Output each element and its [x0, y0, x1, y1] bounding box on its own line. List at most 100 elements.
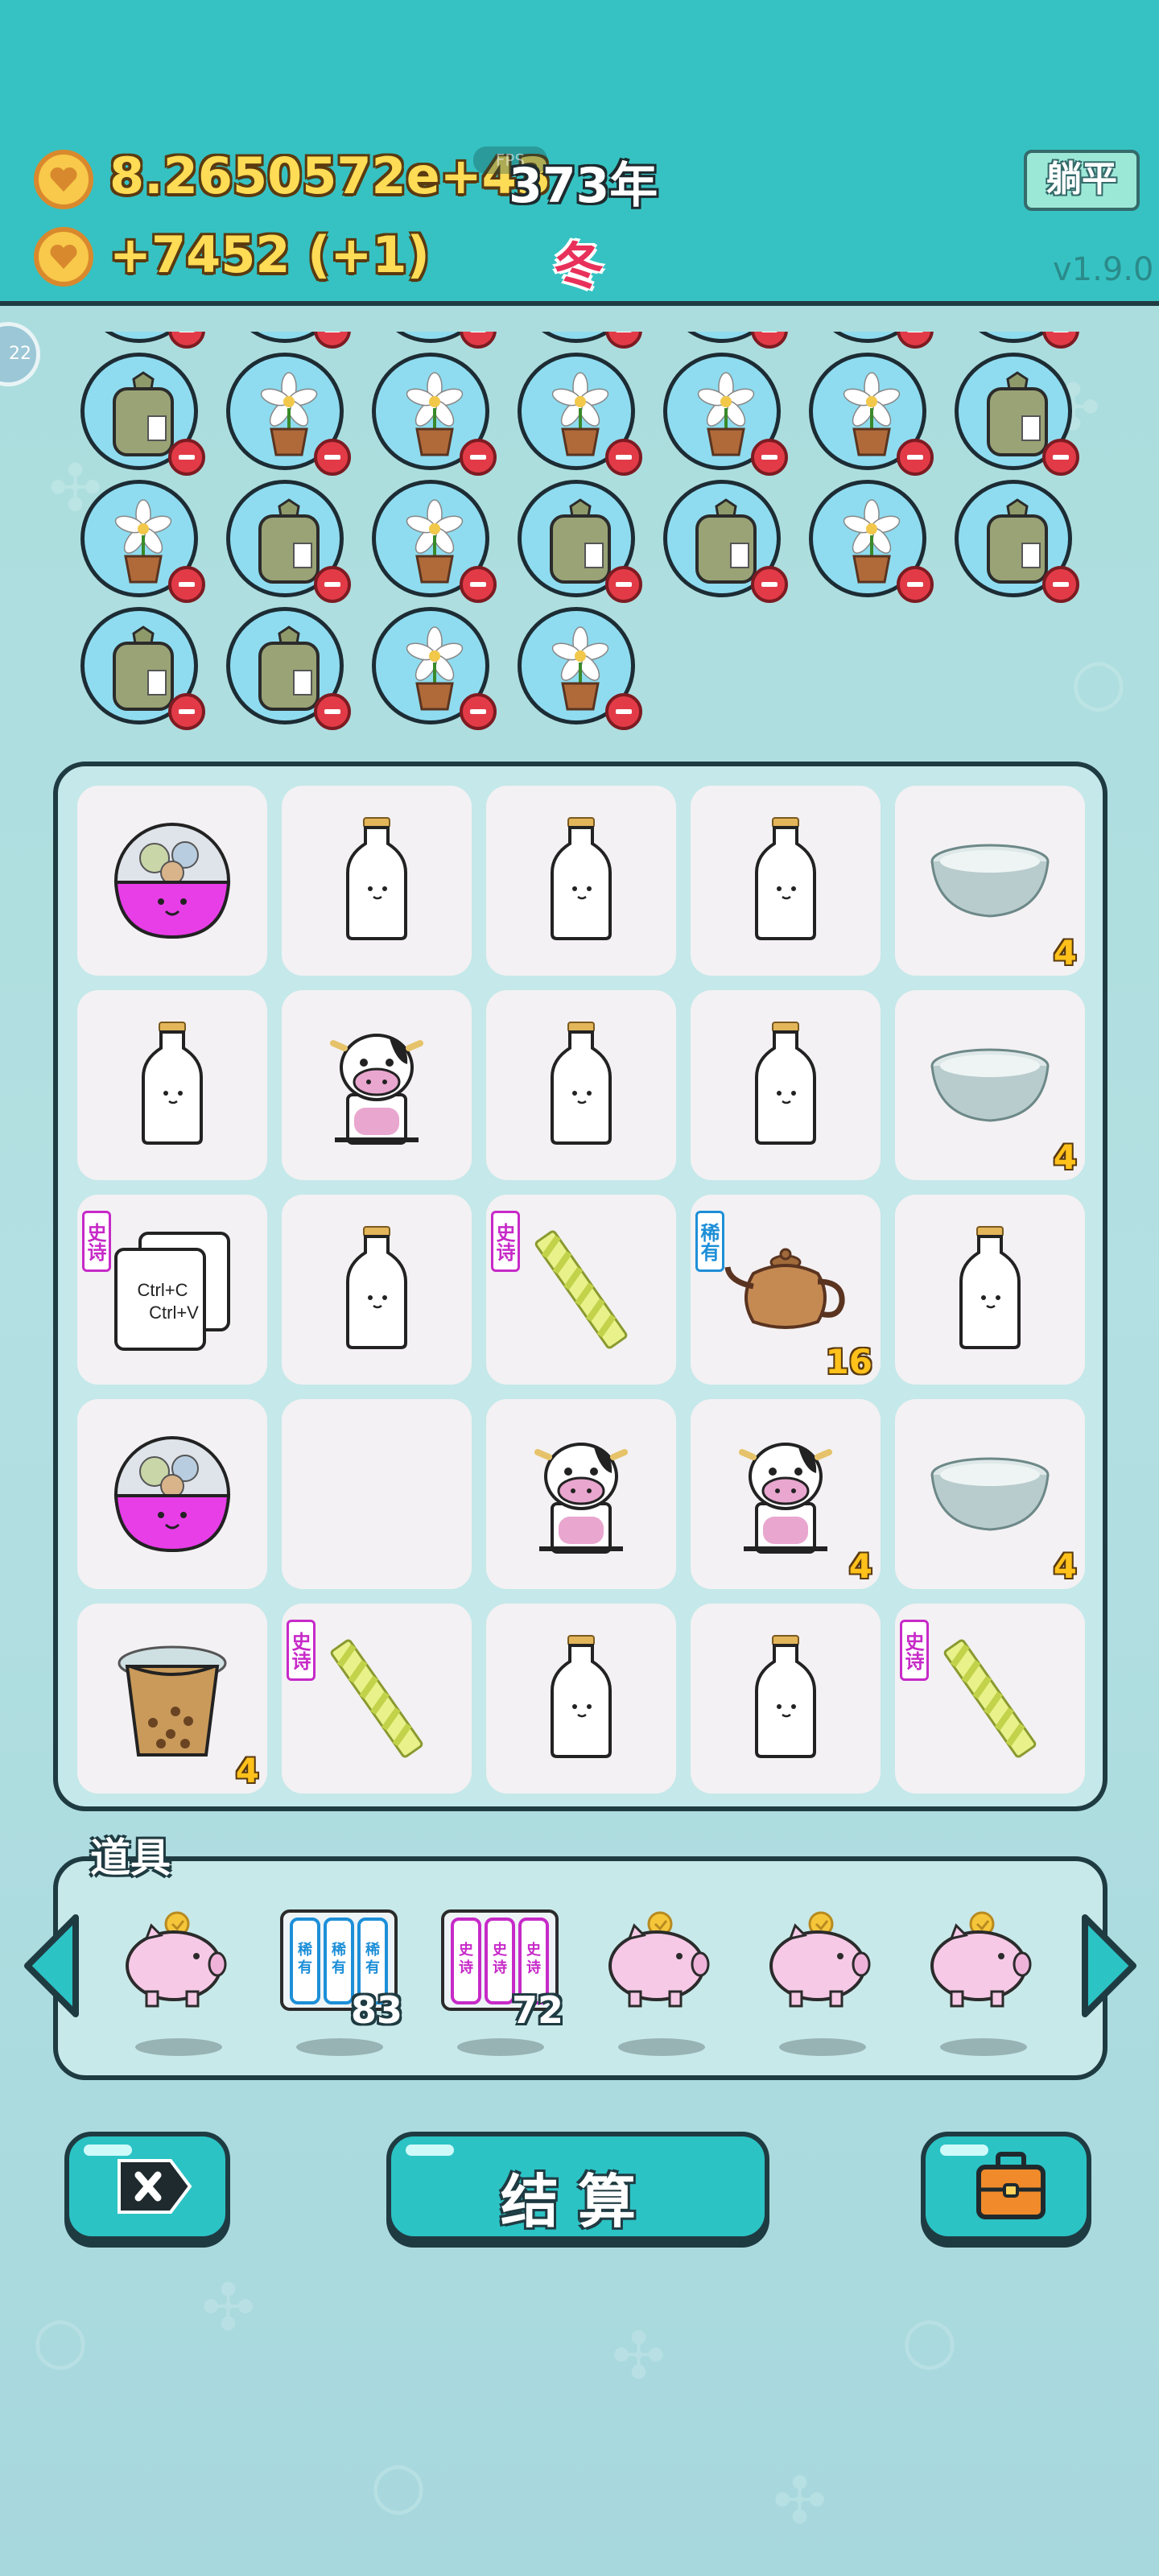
remove-relic-icon[interactable]: [897, 566, 934, 603]
tile-straw[interactable]: 史诗: [486, 1195, 676, 1385]
svg-text:史: 史: [459, 1941, 474, 1959]
tile-milk[interactable]: [486, 1604, 676, 1794]
remove-relic-icon[interactable]: [314, 566, 351, 603]
tool-shadow: [618, 2038, 705, 2056]
coin-icon: [34, 227, 93, 287]
relic-flower[interactable]: [809, 353, 934, 476]
remove-relic-icon[interactable]: [460, 566, 497, 603]
tool-piggy-bank[interactable]: [596, 1900, 724, 2061]
svg-text:史: 史: [526, 1941, 542, 1959]
svg-text:史: 史: [493, 1941, 508, 1959]
tile-copy-paste[interactable]: Ctrl+C Ctrl+V 史诗: [77, 1195, 267, 1385]
rarity-badge: 史诗: [491, 1211, 520, 1272]
bg-decoration: ✣: [773, 2463, 827, 2538]
inventory-button[interactable]: [921, 2132, 1091, 2241]
tools-title: 道具: [90, 1835, 171, 1881]
remove-relic-icon[interactable]: [460, 439, 497, 476]
lie-flat-button[interactable]: 躺平: [1024, 150, 1140, 211]
remove-relic-icon[interactable]: [1042, 439, 1079, 476]
tile-cow[interactable]: [486, 1399, 676, 1589]
relic-bag[interactable]: [226, 607, 351, 730]
remove-relic-icon[interactable]: [314, 439, 351, 476]
tile-straw[interactable]: 史诗: [282, 1604, 472, 1794]
remove-relic-icon[interactable]: [897, 439, 934, 476]
svg-text:有: 有: [365, 1959, 380, 1976]
remove-relic-icon[interactable]: [605, 693, 642, 730]
relic-flower[interactable]: [518, 607, 642, 730]
remove-relic-icon[interactable]: [605, 332, 642, 349]
tool-piggy-bank[interactable]: [113, 1900, 241, 2061]
bg-decoration: ○: [1070, 644, 1127, 719]
remove-relic-icon[interactable]: [605, 439, 642, 476]
tool-piggy-bank[interactable]: [757, 1900, 885, 2061]
tile-teapot[interactable]: 稀有 16: [691, 1195, 881, 1385]
svg-text:诗: 诗: [526, 1959, 541, 1976]
remove-relic-icon[interactable]: [168, 566, 205, 603]
relic-bag[interactable]: [518, 480, 642, 603]
tile-milk[interactable]: [282, 786, 472, 976]
relic-flower[interactable]: [372, 480, 497, 603]
tile-cow[interactable]: 4: [691, 1399, 881, 1589]
svg-text:稀: 稀: [365, 1941, 380, 1959]
tile-count: 4: [1053, 1546, 1077, 1586]
relic-bag[interactable]: [80, 607, 205, 730]
tool-piggy-bank[interactable]: [918, 1900, 1046, 2061]
tool-epic-card-pack[interactable]: 史诗史诗史诗 72: [435, 1900, 563, 2061]
tile-milk[interactable]: [691, 1604, 881, 1794]
tile-milk[interactable]: [486, 786, 676, 976]
tile-bowl[interactable]: 4: [895, 1399, 1085, 1589]
tile-cow[interactable]: [282, 990, 472, 1180]
remove-relic-icon[interactable]: [751, 332, 788, 349]
relic-flower[interactable]: [518, 353, 642, 476]
tile-milk[interactable]: [691, 990, 881, 1180]
tile-count: 16: [825, 1342, 872, 1381]
tile-milk[interactable]: [895, 1195, 1085, 1385]
relic-bag[interactable]: [663, 480, 788, 603]
tile-empty[interactable]: [282, 1399, 472, 1589]
tile-bowl[interactable]: 4: [895, 786, 1085, 976]
side-level-badge[interactable]: 22: [0, 322, 40, 386]
remove-relic-icon[interactable]: [460, 693, 497, 730]
relic-bag[interactable]: [80, 353, 205, 476]
tile-bowl[interactable]: 4: [895, 990, 1085, 1180]
remove-relic-icon[interactable]: [751, 439, 788, 476]
relic-bag[interactable]: [226, 480, 351, 603]
remove-relic-icon[interactable]: [751, 566, 788, 603]
relic-flower[interactable]: [372, 353, 497, 476]
tile-bubble-tea[interactable]: 4: [77, 1604, 267, 1794]
tool-count: 83: [350, 1988, 402, 2032]
remove-relic-icon[interactable]: [1042, 566, 1079, 603]
relic-bag[interactable]: [955, 480, 1079, 603]
arrow-right-icon[interactable]: [1074, 1911, 1141, 2021]
relic-flower[interactable]: [372, 607, 497, 730]
tile-capsule[interactable]: [77, 786, 267, 976]
remove-relic-icon[interactable]: [1042, 332, 1079, 349]
remove-relic-icon[interactable]: [460, 332, 497, 349]
relic-flower[interactable]: [80, 480, 205, 603]
settle-button[interactable]: 结算: [386, 2132, 769, 2241]
tile-milk[interactable]: [282, 1195, 472, 1385]
remove-relic-icon[interactable]: [314, 332, 351, 349]
relic-flower[interactable]: [226, 353, 351, 476]
remove-relic-icon[interactable]: [168, 693, 205, 730]
tool-shadow: [940, 2038, 1027, 2056]
remove-relic-icon[interactable]: [314, 693, 351, 730]
rarity-badge: 史诗: [900, 1620, 929, 1681]
tile-capsule[interactable]: [77, 1399, 267, 1589]
tool-shadow: [296, 2038, 383, 2056]
remove-button[interactable]: [64, 2132, 230, 2241]
remove-relic-icon[interactable]: [168, 439, 205, 476]
relic-bag[interactable]: [955, 353, 1079, 476]
tool-rare-card-pack[interactable]: 稀有稀有稀有 83: [274, 1900, 402, 2061]
remove-relic-icon[interactable]: [897, 332, 934, 349]
piggy-bank-icon: [922, 1908, 1035, 2016]
tile-straw[interactable]: 史诗: [895, 1604, 1085, 1794]
remove-relic-icon[interactable]: [168, 332, 205, 349]
arrow-left-icon[interactable]: [19, 1911, 87, 2021]
relic-flower[interactable]: [663, 353, 788, 476]
relic-flower[interactable]: [809, 480, 934, 603]
tile-milk[interactable]: [486, 990, 676, 1180]
remove-relic-icon[interactable]: [605, 566, 642, 603]
tile-milk[interactable]: [691, 786, 881, 976]
tile-milk[interactable]: [77, 990, 267, 1180]
